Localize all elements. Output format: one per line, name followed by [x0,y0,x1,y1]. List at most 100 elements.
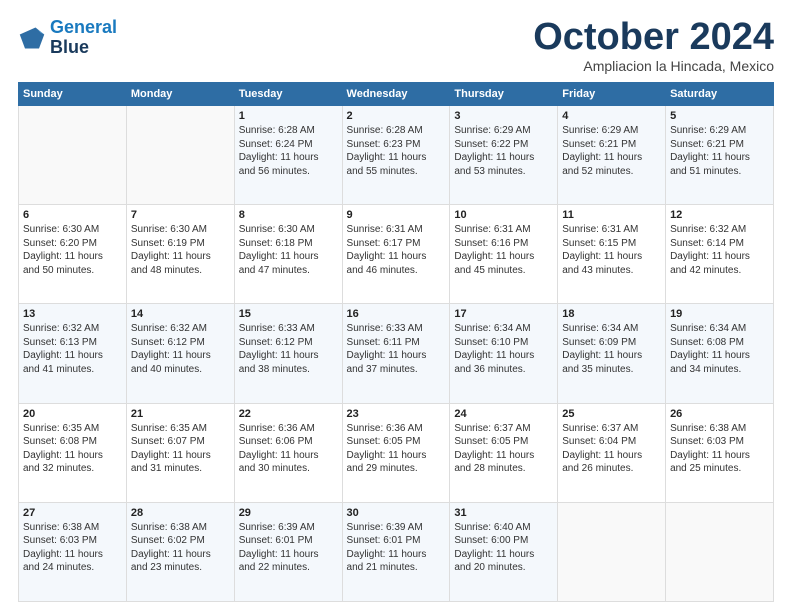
header-wednesday: Wednesday [342,83,450,106]
table-cell: 21 Sunrise: 6:35 AM Sunset: 6:07 PM Dayli… [126,403,234,502]
table-cell: 16 Sunrise: 6:33 AM Sunset: 6:11 PM Dayli… [342,304,450,403]
day-info: Sunrise: 6:34 AM Sunset: 6:08 PM Dayligh… [670,322,769,376]
table-cell: 28 Sunrise: 6:38 AM Sunset: 6:02 PM Dayli… [126,502,234,601]
header-saturday: Saturday [666,83,774,106]
day-number: 17 [454,308,553,320]
table-cell: 13 Sunrise: 6:32 AM Sunset: 6:13 PM Dayli… [19,304,127,403]
table-cell [558,502,666,601]
day-info: Sunrise: 6:29 AM Sunset: 6:22 PM Dayligh… [454,124,553,178]
day-info: Sunrise: 6:35 AM Sunset: 6:08 PM Dayligh… [23,422,122,476]
day-number: 27 [23,507,122,519]
day-number: 28 [131,507,230,519]
calendar-header-row: Sunday Monday Tuesday Wednesday Thursday… [19,83,774,106]
week-row-2: 13 Sunrise: 6:32 AM Sunset: 6:13 PM Dayli… [19,304,774,403]
day-info: Sunrise: 6:38 AM Sunset: 6:03 PM Dayligh… [670,422,769,476]
table-cell: 5 Sunrise: 6:29 AM Sunset: 6:21 PM Daylig… [666,106,774,205]
table-cell: 15 Sunrise: 6:33 AM Sunset: 6:12 PM Dayli… [234,304,342,403]
title-block: October 2024 Ampliacion la Hincada, Mexi… [533,18,774,74]
table-cell: 17 Sunrise: 6:34 AM Sunset: 6:10 PM Dayli… [450,304,558,403]
table-cell [126,106,234,205]
day-number: 4 [562,110,661,122]
table-cell [666,502,774,601]
day-info: Sunrise: 6:29 AM Sunset: 6:21 PM Dayligh… [562,124,661,178]
day-info: Sunrise: 6:31 AM Sunset: 6:15 PM Dayligh… [562,223,661,277]
day-info: Sunrise: 6:29 AM Sunset: 6:21 PM Dayligh… [670,124,769,178]
day-info: Sunrise: 6:33 AM Sunset: 6:12 PM Dayligh… [239,322,338,376]
day-number: 2 [347,110,446,122]
day-info: Sunrise: 6:33 AM Sunset: 6:11 PM Dayligh… [347,322,446,376]
logo-icon [18,24,46,52]
week-row-3: 20Sunrise: 6:35 AM Sunset: 6:08 PM Dayli… [19,403,774,502]
day-number: 11 [562,209,661,221]
day-number: 21 [131,408,230,420]
day-info: Sunrise: 6:30 AM Sunset: 6:20 PM Dayligh… [23,223,122,277]
table-cell: 7 Sunrise: 6:30 AM Sunset: 6:19 PM Daylig… [126,205,234,304]
table-cell: 18 Sunrise: 6:34 AM Sunset: 6:09 PM Dayli… [558,304,666,403]
day-number: 5 [670,110,769,122]
day-number: 13 [23,308,122,320]
day-number: 8 [239,209,338,221]
day-info: Sunrise: 6:37 AM Sunset: 6:04 PM Dayligh… [562,422,661,476]
day-number: 9 [347,209,446,221]
day-info: Sunrise: 6:39 AM Sunset: 6:01 PM Dayligh… [347,521,446,575]
day-info: Sunrise: 6:32 AM Sunset: 6:13 PM Dayligh… [23,322,122,376]
day-info: Sunrise: 6:32 AM Sunset: 6:14 PM Dayligh… [670,223,769,277]
day-number: 18 [562,308,661,320]
table-cell: 20Sunrise: 6:35 AM Sunset: 6:08 PM Dayli… [19,403,127,502]
month-title: October 2024 [533,18,774,56]
day-number: 24 [454,408,553,420]
day-number: 6 [23,209,122,221]
day-info: Sunrise: 6:38 AM Sunset: 6:03 PM Dayligh… [23,521,122,575]
day-number: 10 [454,209,553,221]
table-cell: 11 Sunrise: 6:31 AM Sunset: 6:15 PM Dayli… [558,205,666,304]
day-number: 7 [131,209,230,221]
table-cell: 29Sunrise: 6:39 AM Sunset: 6:01 PM Dayli… [234,502,342,601]
day-number: 25 [562,408,661,420]
day-info: Sunrise: 6:36 AM Sunset: 6:06 PM Dayligh… [239,422,338,476]
day-number: 14 [131,308,230,320]
day-number: 16 [347,308,446,320]
day-info: Sunrise: 6:30 AM Sunset: 6:19 PM Dayligh… [131,223,230,277]
week-row-4: 27 Sunrise: 6:38 AM Sunset: 6:03 PM Dayli… [19,502,774,601]
table-cell: 3Sunrise: 6:29 AM Sunset: 6:22 PM Daylig… [450,106,558,205]
day-number: 30 [347,507,446,519]
day-info: Sunrise: 6:34 AM Sunset: 6:09 PM Dayligh… [562,322,661,376]
table-cell: 22Sunrise: 6:36 AM Sunset: 6:06 PM Dayli… [234,403,342,502]
day-number: 1 [239,110,338,122]
table-cell: 26 Sunrise: 6:38 AM Sunset: 6:03 PM Dayli… [666,403,774,502]
day-info: Sunrise: 6:40 AM Sunset: 6:00 PM Dayligh… [454,521,553,575]
header-sunday: Sunday [19,83,127,106]
table-cell: 27 Sunrise: 6:38 AM Sunset: 6:03 PM Dayli… [19,502,127,601]
table-cell: 2Sunrise: 6:28 AM Sunset: 6:23 PM Daylig… [342,106,450,205]
day-info: Sunrise: 6:28 AM Sunset: 6:24 PM Dayligh… [239,124,338,178]
day-info: Sunrise: 6:32 AM Sunset: 6:12 PM Dayligh… [131,322,230,376]
day-number: 31 [454,507,553,519]
day-info: Sunrise: 6:34 AM Sunset: 6:10 PM Dayligh… [454,322,553,376]
day-number: 26 [670,408,769,420]
table-cell: 25 Sunrise: 6:37 AM Sunset: 6:04 PM Dayli… [558,403,666,502]
table-cell: 10 Sunrise: 6:31 AM Sunset: 6:16 PM Dayli… [450,205,558,304]
header: General Blue October 2024 Ampliacion la … [18,18,774,74]
header-thursday: Thursday [450,83,558,106]
page: General Blue October 2024 Ampliacion la … [0,0,792,612]
header-monday: Monday [126,83,234,106]
table-cell: 30 Sunrise: 6:39 AM Sunset: 6:01 PM Dayli… [342,502,450,601]
day-info: Sunrise: 6:31 AM Sunset: 6:17 PM Dayligh… [347,223,446,277]
table-cell: 31 Sunrise: 6:40 AM Sunset: 6:00 PM Dayli… [450,502,558,601]
header-friday: Friday [558,83,666,106]
table-cell: 12 Sunrise: 6:32 AM Sunset: 6:14 PM Dayli… [666,205,774,304]
day-number: 15 [239,308,338,320]
day-number: 12 [670,209,769,221]
day-info: Sunrise: 6:38 AM Sunset: 6:02 PM Dayligh… [131,521,230,575]
table-cell: 14 Sunrise: 6:32 AM Sunset: 6:12 PM Dayli… [126,304,234,403]
table-cell: 9 Sunrise: 6:31 AM Sunset: 6:17 PM Daylig… [342,205,450,304]
table-cell: 4 Sunrise: 6:29 AM Sunset: 6:21 PM Daylig… [558,106,666,205]
table-cell: 24Sunrise: 6:37 AM Sunset: 6:05 PM Dayli… [450,403,558,502]
table-cell: 19Sunrise: 6:34 AM Sunset: 6:08 PM Dayli… [666,304,774,403]
day-info: Sunrise: 6:35 AM Sunset: 6:07 PM Dayligh… [131,422,230,476]
header-tuesday: Tuesday [234,83,342,106]
day-info: Sunrise: 6:30 AM Sunset: 6:18 PM Dayligh… [239,223,338,277]
table-cell [19,106,127,205]
logo: General Blue [18,18,117,58]
day-info: Sunrise: 6:31 AM Sunset: 6:16 PM Dayligh… [454,223,553,277]
